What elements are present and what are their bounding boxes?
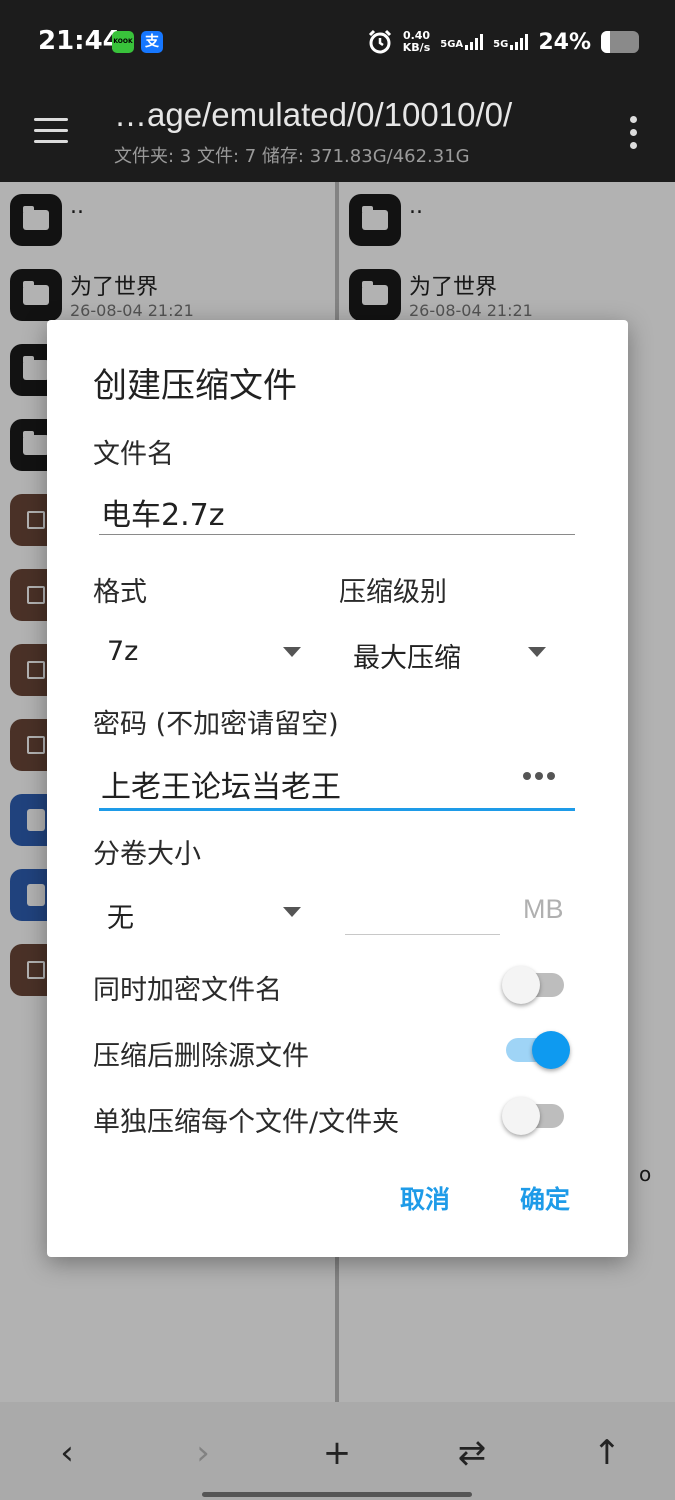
home-indicator[interactable] [202, 1492, 472, 1497]
compress-individually-label: 单独压缩每个文件/文件夹 [93, 1107, 400, 1138]
volume-size-unit: MB [523, 894, 564, 924]
alarm-icon [368, 29, 391, 54]
battery-icon [601, 31, 639, 53]
status-right-cluster: 0.40 KB/s 5GA 5G 24% [367, 24, 639, 60]
ok-button[interactable]: 确定 [520, 1180, 570, 1216]
encrypt-filenames-switch[interactable] [502, 965, 564, 1005]
create-archive-dialog: 创建压缩文件 文件名 电车2.7z 格式 压缩级别 7z 最大压缩 密码 (不加… [47, 320, 628, 1257]
network-type-1: 5GA [440, 39, 464, 50]
delete-source-label: 压缩后删除源文件 [93, 1041, 309, 1072]
volume-size-underline [345, 934, 500, 935]
filename-label: 文件名 [93, 439, 174, 470]
status-time: 21:44 [38, 26, 121, 56]
compression-level-label: 压缩级别 [339, 577, 447, 608]
password-visibility-toggle-icon[interactable] [521, 768, 557, 784]
storage-summary: 文件夹: 3 文件: 7 储存: 371.83G/462.31G [114, 146, 470, 167]
password-underline [99, 808, 575, 811]
volume-size-arrow-icon [283, 907, 301, 917]
signal-bars-icon [465, 34, 484, 50]
network-speed-unit: KB/s [402, 41, 431, 54]
signal-bars-icon [510, 34, 529, 50]
volume-size-label: 分卷大小 [93, 839, 201, 870]
dialog-title: 创建压缩文件 [93, 366, 297, 406]
more-options-icon[interactable] [627, 114, 639, 150]
app-bar: …age/emulated/0/10010/0/ 文件夹: 3 文件: 7 储存… [0, 84, 675, 182]
delete-source-switch[interactable] [502, 1030, 570, 1070]
compression-level-arrow-icon [528, 647, 546, 657]
battery-percent: 24% [538, 29, 591, 55]
filename-underline [99, 534, 575, 535]
alipay-app-icon: 支 [141, 31, 163, 53]
network-type-2: 5G [493, 39, 509, 50]
current-path[interactable]: …age/emulated/0/10010/0/ [114, 96, 512, 134]
compress-individually-switch[interactable] [502, 1096, 564, 1136]
menu-icon[interactable] [32, 112, 72, 152]
battery-fill [601, 31, 611, 53]
kook-app-icon: KOOK [112, 31, 134, 53]
format-dropdown-arrow-icon [283, 647, 301, 657]
network-speed: 0.40 KB/s [403, 30, 430, 54]
filename-input[interactable]: 电车2.7z [101, 490, 224, 534]
signal-1: 5GA [440, 34, 484, 50]
password-label: 密码 (不加密请留空) [93, 709, 339, 740]
signal-2: 5G [493, 34, 529, 50]
format-dropdown-value: 7z [107, 636, 139, 667]
encrypt-filenames-label: 同时加密文件名 [93, 975, 282, 1006]
status-bar: 21:44 KOOK 支 0.40 KB/s 5GA 5G 24% [0, 0, 675, 84]
cancel-button[interactable]: 取消 [400, 1180, 450, 1216]
volume-size-input[interactable] [345, 895, 500, 935]
password-input[interactable]: 上老王论坛当老王 [101, 762, 341, 806]
volume-size-dropdown-value: 无 [107, 903, 134, 934]
compression-level-value: 最大压缩 [353, 643, 461, 674]
format-label: 格式 [93, 577, 147, 608]
